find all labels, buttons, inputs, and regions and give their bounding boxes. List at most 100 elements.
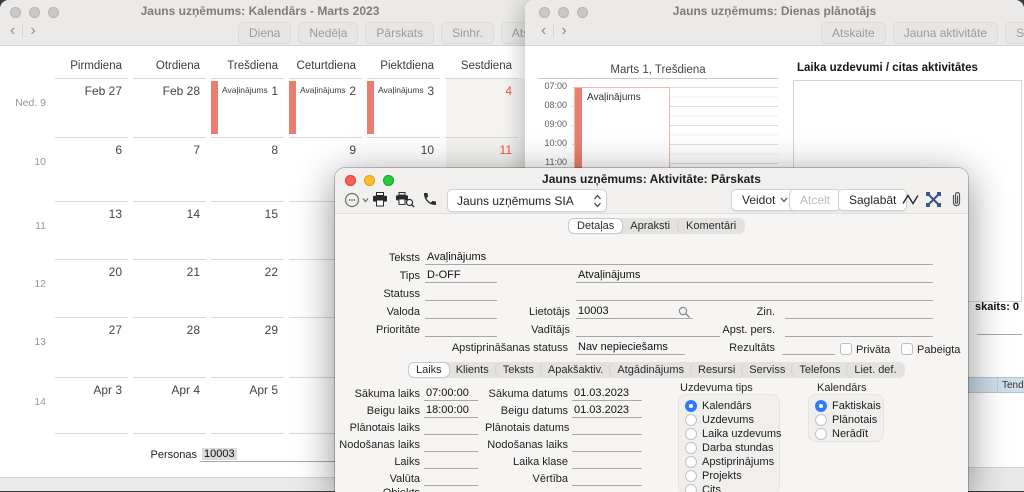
sakuma-datums-field[interactable]: 01.03.2023 — [572, 387, 642, 401]
subtab-teksts[interactable]: Teksts — [496, 363, 541, 377]
pabeigta-checkbox[interactable] — [901, 343, 913, 355]
calendar-day-cell[interactable]: 27 — [55, 317, 128, 377]
calendar-day-cell[interactable]: Feb 27 — [55, 78, 128, 137]
event-label[interactable]: Avaļinājums — [300, 85, 346, 95]
subtab-apaksaktiv[interactable]: Apakšaktiv. — [541, 363, 610, 377]
radio-kalendars[interactable]: Kalendārs — [685, 399, 779, 413]
back-arrow-icon[interactable]: ‹ — [10, 22, 15, 40]
calendar-day-cell[interactable]: 21 — [133, 259, 206, 317]
activity-window: Jauns uzņēmums: Aktivitāte: Pārskats Jau… — [335, 168, 968, 492]
save-button[interactable]: Saglabāt — [838, 189, 907, 211]
paste-special-magnifier-icon[interactable] — [678, 306, 691, 319]
forward-arrow-icon[interactable]: › — [30, 22, 35, 40]
calendar-day-cell[interactable]: 20 — [55, 259, 128, 317]
partial-field[interactable] — [977, 321, 1022, 335]
event-label[interactable]: Avaļinājums — [222, 85, 268, 95]
event-label[interactable]: Avaļinājums — [378, 85, 424, 95]
subtab-resursi[interactable]: Resursi — [691, 363, 742, 377]
back-arrow-icon[interactable]: ‹ — [541, 22, 546, 40]
calendar-day-cell[interactable]: 8 — [211, 137, 284, 201]
save-button[interactable]: Saglabāt — [1005, 22, 1024, 44]
tips-field[interactable]: D-OFF — [425, 269, 497, 283]
day-view-button[interactable]: Diena — [238, 22, 291, 44]
nodosanas-laiks-field[interactable] — [424, 438, 478, 452]
calendar-day-cell[interactable]: 6 — [55, 137, 128, 201]
calendar-day-cell[interactable]: 15 — [211, 201, 284, 259]
tab-komentari[interactable]: Komentāri — [678, 219, 744, 233]
sync-button[interactable]: Sinhr. — [441, 22, 494, 44]
radio-planotais[interactable]: Plānotais — [815, 413, 883, 427]
laika-klase-field[interactable] — [572, 455, 642, 469]
planotais-laiks-field[interactable] — [424, 421, 478, 435]
subtab-serviss[interactable]: Serviss — [742, 363, 792, 377]
laiks-field[interactable] — [424, 455, 478, 469]
calendar-day-cell[interactable]: Apr 3 — [55, 377, 128, 433]
calendar-day-cell[interactable]: 29 — [211, 317, 284, 377]
sakuma-laiks-field[interactable]: 07:00:00 — [424, 387, 478, 401]
rezultats-field[interactable] — [782, 341, 835, 355]
valuta-field[interactable] — [424, 472, 478, 486]
week-view-button[interactable]: Nedēļa — [298, 22, 358, 44]
overview-button[interactable]: Pārskats — [365, 22, 434, 44]
statuss-field[interactable] — [425, 287, 497, 301]
radio-projekts[interactable]: Projekts — [685, 469, 779, 483]
subtab-telefons[interactable]: Telefons — [792, 363, 847, 377]
calendar-day-cell[interactable]: Apr 5 — [211, 377, 284, 433]
calendar-day-cell[interactable]: 14 — [133, 201, 206, 259]
print-preview-icon[interactable] — [395, 192, 415, 208]
calendar-day-cell[interactable]: Apr 4 — [133, 377, 206, 433]
statuss-field-2[interactable] — [576, 287, 933, 301]
tab-detalas[interactable]: Detaļas — [569, 219, 622, 233]
subtab-liet-def[interactable]: Liet. def. — [847, 363, 903, 377]
apstiprinasanas-statuss-field[interactable]: Nav nepieciešams — [576, 341, 685, 355]
calendar-day-cell[interactable]: 13 — [55, 201, 128, 259]
beigu-datums-field[interactable]: 01.03.2023 — [572, 404, 642, 418]
options-menu-icon[interactable] — [344, 192, 370, 209]
vertiba-field[interactable] — [572, 472, 642, 486]
personas-label: Personas — [60, 449, 197, 461]
radio-label: Projekts — [702, 470, 742, 482]
tips-description-field[interactable]: Atvaļinājums — [576, 269, 933, 283]
radio-uzdevums[interactable]: Uzdevums — [685, 413, 779, 427]
calendar-day-cell[interactable]: 4 — [445, 78, 518, 137]
company-select[interactable]: Jauns uzņēmums SIA — [447, 189, 607, 212]
radio-apstiprinajums[interactable]: Apstiprinājums — [685, 455, 779, 469]
nodosanas-laiks-2-field[interactable] — [572, 438, 642, 452]
tab-apraksti[interactable]: Apraksti — [622, 219, 678, 233]
radio-darba-stundas[interactable]: Darba stundas — [685, 441, 779, 455]
forward-arrow-icon[interactable]: › — [561, 22, 566, 40]
event-bar[interactable] — [211, 81, 218, 134]
subtab-atgadinajums[interactable]: Atgādinājums — [610, 363, 691, 377]
calendar-week-row: Ned. 9 Feb 27 Feb 28 Avaļinājums1 Avaļin… — [0, 78, 523, 137]
new-activity-button[interactable]: Jauna aktivitāte — [893, 22, 998, 44]
calendar-day-cell[interactable]: Avaļinājums1 — [211, 78, 284, 137]
apst-pers-field[interactable] — [785, 323, 933, 337]
radio-laika-uzdevums[interactable]: Laika uzdevums — [685, 427, 779, 441]
date-label: 15 — [265, 207, 278, 221]
paperclip-icon[interactable] — [950, 191, 963, 208]
expand-x-icon[interactable] — [926, 192, 941, 207]
phone-icon[interactable] — [422, 191, 438, 207]
calendar-day-cell[interactable]: Avaļinājums2 — [289, 78, 362, 137]
calendar-day-cell[interactable]: 22 — [211, 259, 284, 317]
activity-zigzag-icon[interactable] — [902, 193, 920, 206]
subtab-klients[interactable]: Klients — [449, 363, 496, 377]
event-bar[interactable] — [367, 81, 374, 134]
zin-field[interactable] — [785, 305, 933, 319]
calendar-day-cell[interactable]: 28 — [133, 317, 206, 377]
event-bar[interactable] — [289, 81, 296, 134]
subtab-laiks[interactable]: Laiks — [409, 363, 449, 377]
lietotajs-field[interactable]: 10003 — [576, 305, 693, 319]
privata-checkbox[interactable] — [840, 343, 852, 355]
calendar-day-cell[interactable]: Avaļinājums3 — [367, 78, 440, 137]
beigu-laiks-field[interactable]: 18:00:00 — [424, 404, 478, 418]
planotais-datums-field[interactable] — [572, 421, 642, 435]
report-button[interactable]: Atskaite — [821, 22, 886, 44]
calendar-day-cell[interactable]: 7 — [133, 137, 206, 201]
calendar-day-cell[interactable]: Feb 28 — [133, 78, 206, 137]
print-icon[interactable] — [372, 192, 388, 207]
radio-faktiskais[interactable]: Faktiskais — [815, 399, 883, 413]
cancel-button[interactable]: Atcelt — [789, 189, 841, 211]
teksts-field[interactable]: Avaļinājums — [425, 251, 933, 265]
radio-neradit[interactable]: Nerādīt — [815, 427, 883, 441]
